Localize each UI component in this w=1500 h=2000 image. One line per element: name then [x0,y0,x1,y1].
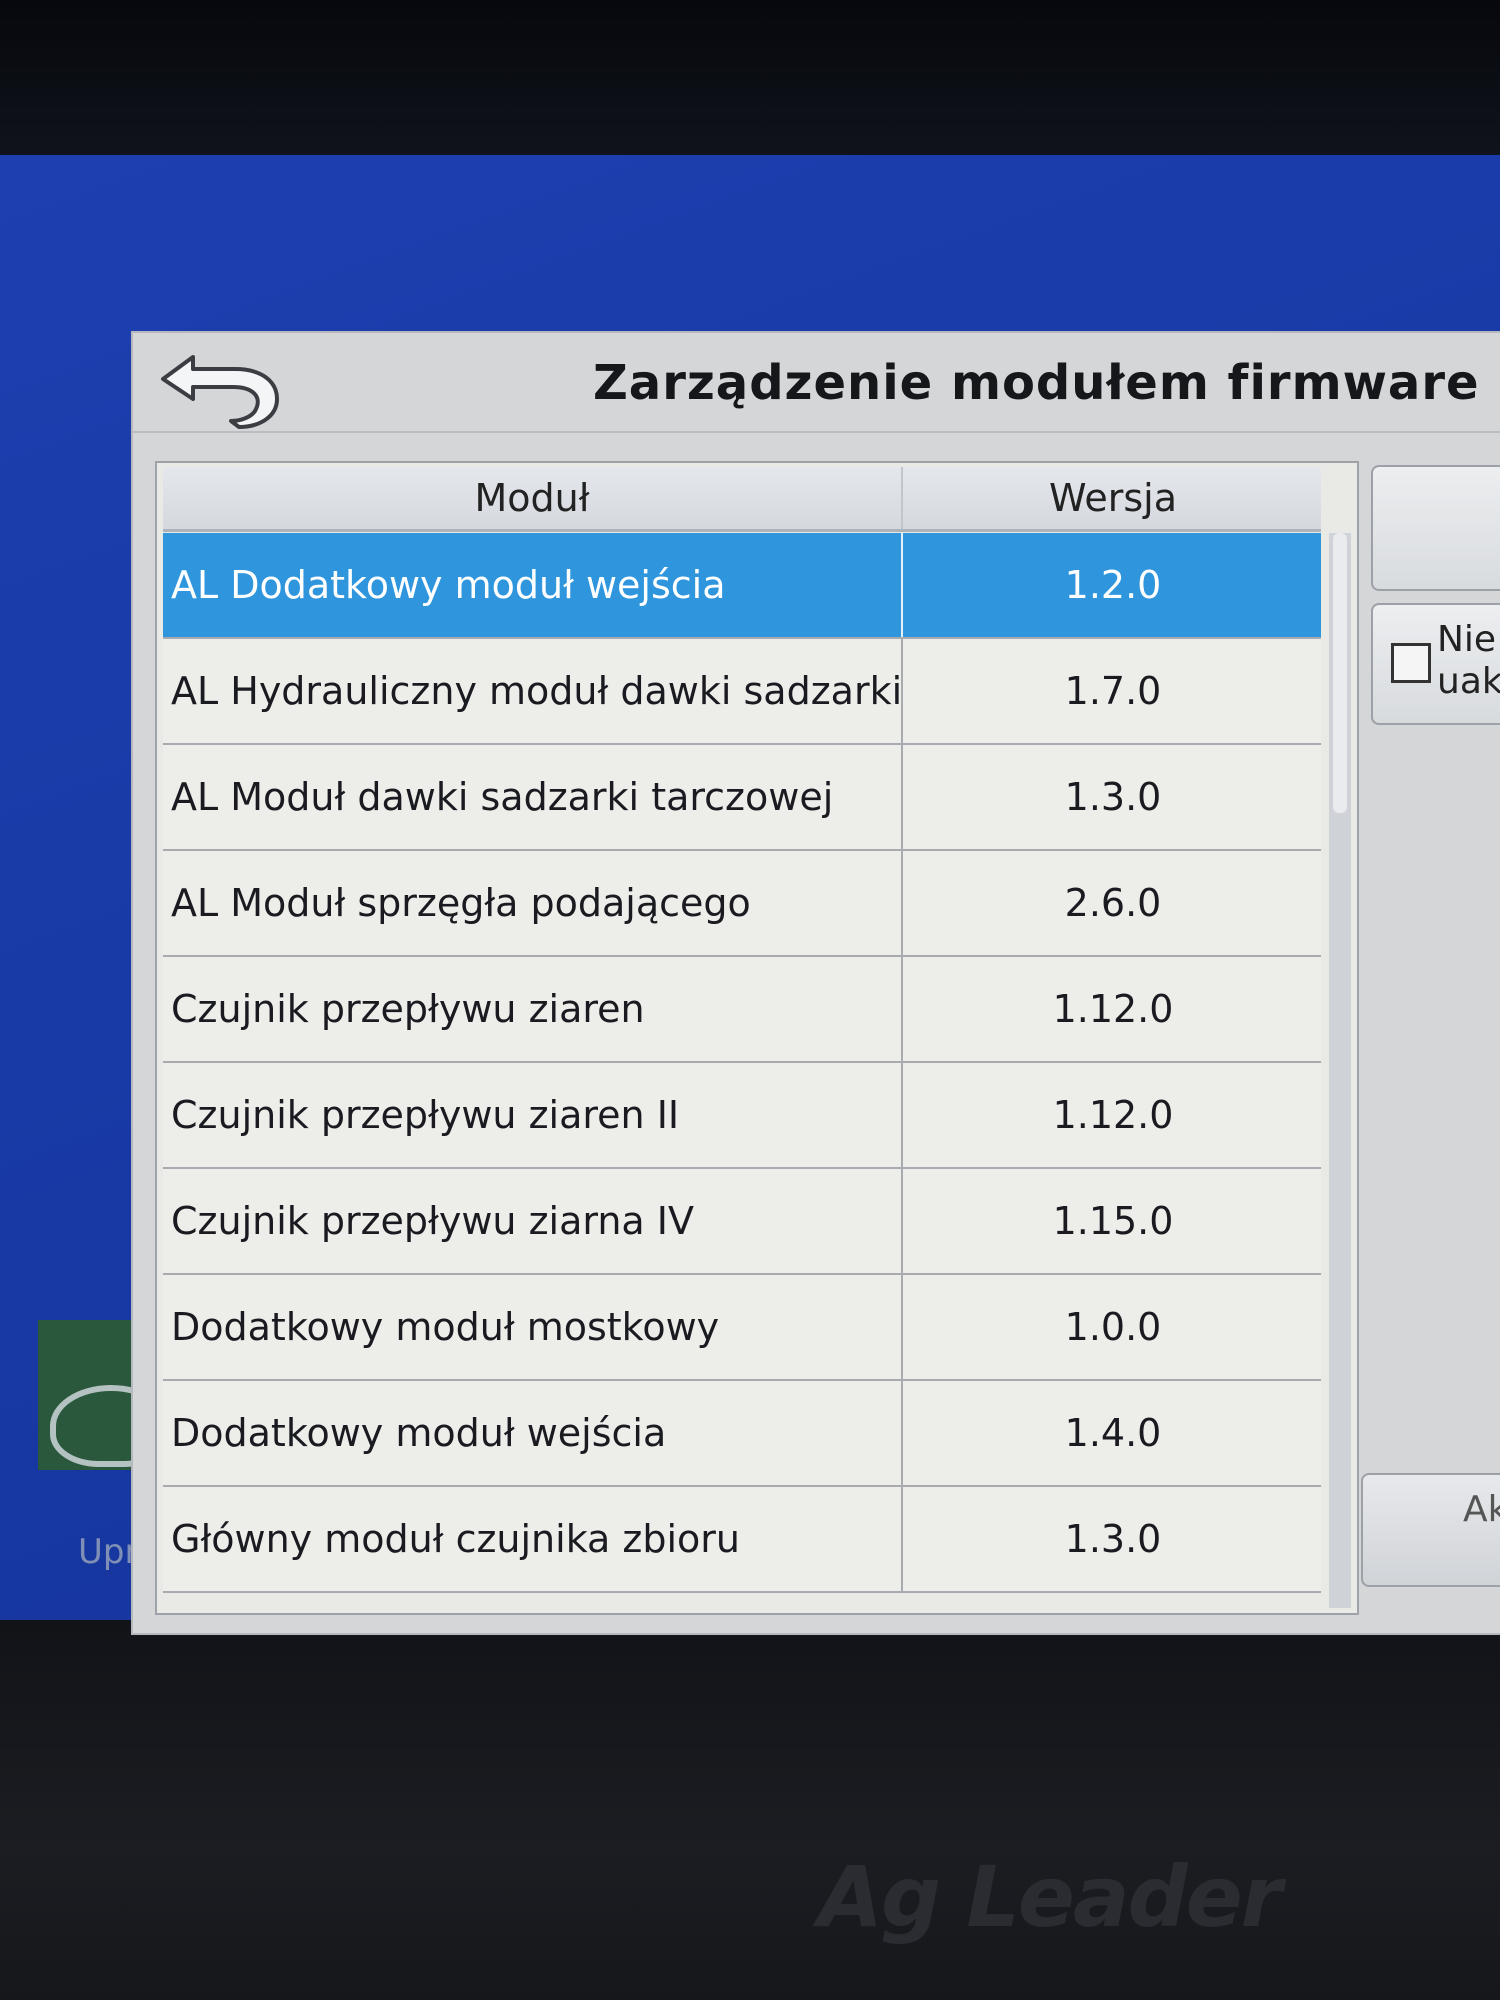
table-row[interactable]: Dodatkowy moduł mostkowy 1.0.0 [163,1275,1321,1381]
side-action-button[interactable] [1371,465,1500,591]
table-row[interactable]: Dodatkowy moduł wejścia 1.4.0 [163,1381,1321,1487]
module-version: 1.12.0 [1052,987,1174,1031]
module-version: 2.6.0 [1064,881,1162,925]
module-name: AL Hydrauliczny moduł dawki sadzarki [171,669,903,713]
module-name: Dodatkowy moduł mostkowy [171,1305,720,1349]
scroll-thumb[interactable] [1333,533,1347,813]
toggle-label-line2: uak [1437,661,1500,702]
auto-update-checkbox[interactable] [1391,643,1431,683]
brand-logo: Ag Leader [818,1848,1282,1946]
module-name: Dodatkowy moduł wejścia [171,1411,667,1455]
module-version: 1.3.0 [1064,775,1162,819]
table-row[interactable]: AL Hydrauliczny moduł dawki sadzarki 1.7… [163,639,1321,745]
table-row[interactable]: AL Dodatkowy moduł wejścia 1.2.0 [163,533,1321,639]
dialog-title: Zarządzenie modułem firmware [593,355,1480,411]
module-version: 1.0.0 [1064,1305,1162,1349]
toggle-label-line1: Nie [1437,619,1497,660]
back-button[interactable] [155,339,285,429]
module-name: Główny moduł czujnika zbioru [171,1517,740,1561]
module-version: 1.4.0 [1064,1411,1162,1455]
table-row[interactable]: Czujnik przepływu ziaren II 1.12.0 [163,1063,1321,1169]
table-row[interactable]: Czujnik przepływu ziaren 1.12.0 [163,957,1321,1063]
module-table: Moduł Wersja AL Dodatkowy moduł wejścia … [155,461,1359,1615]
module-version: 1.2.0 [1064,563,1162,607]
module-name: AL Moduł sprzęgła podającego [171,881,751,925]
module-name: Czujnik przepływu ziarna IV [171,1199,694,1243]
module-version: 1.7.0 [1064,669,1162,713]
back-arrow-icon [161,355,279,429]
table-row[interactable]: Czujnik przepływu ziarna IV 1.15.0 [163,1169,1321,1275]
auto-update-toggle[interactable]: Nie uak [1371,603,1500,725]
table-row[interactable]: Główny moduł czujnika zbioru 1.3.0 [163,1487,1321,1593]
module-version: 1.12.0 [1052,1093,1174,1137]
auto-update-label: Nie uak [1437,619,1500,703]
table-header: Moduł Wersja [163,467,1321,532]
module-name: Czujnik przepływu ziaren II [171,1093,680,1137]
module-name: AL Moduł dawki sadzarki tarczowej [171,775,834,819]
module-name: AL Dodatkowy moduł wejścia [171,563,726,607]
module-version: 1.15.0 [1052,1199,1174,1243]
module-version: 1.3.0 [1064,1517,1162,1561]
table-row[interactable]: AL Moduł sprzęgła podającego 2.6.0 [163,851,1321,957]
table-row[interactable]: AL Moduł dawki sadzarki tarczowej 1.3.0 [163,745,1321,851]
device-bezel-top [0,0,1500,160]
firmware-dialog: Zarządzenie modułem firmware Moduł Wersj… [133,333,1500,1633]
column-header-module[interactable]: Moduł [163,467,903,529]
title-divider [133,431,1500,433]
update-button-label: Ak [1463,1489,1500,1530]
module-name: Czujnik przepływu ziaren [171,987,645,1031]
update-button[interactable]: Ak [1361,1473,1500,1587]
table-scrollbar[interactable] [1329,533,1351,1608]
table-body: AL Dodatkowy moduł wejścia 1.2.0 AL Hydr… [163,533,1321,1608]
column-header-version[interactable]: Wersja [903,467,1323,529]
